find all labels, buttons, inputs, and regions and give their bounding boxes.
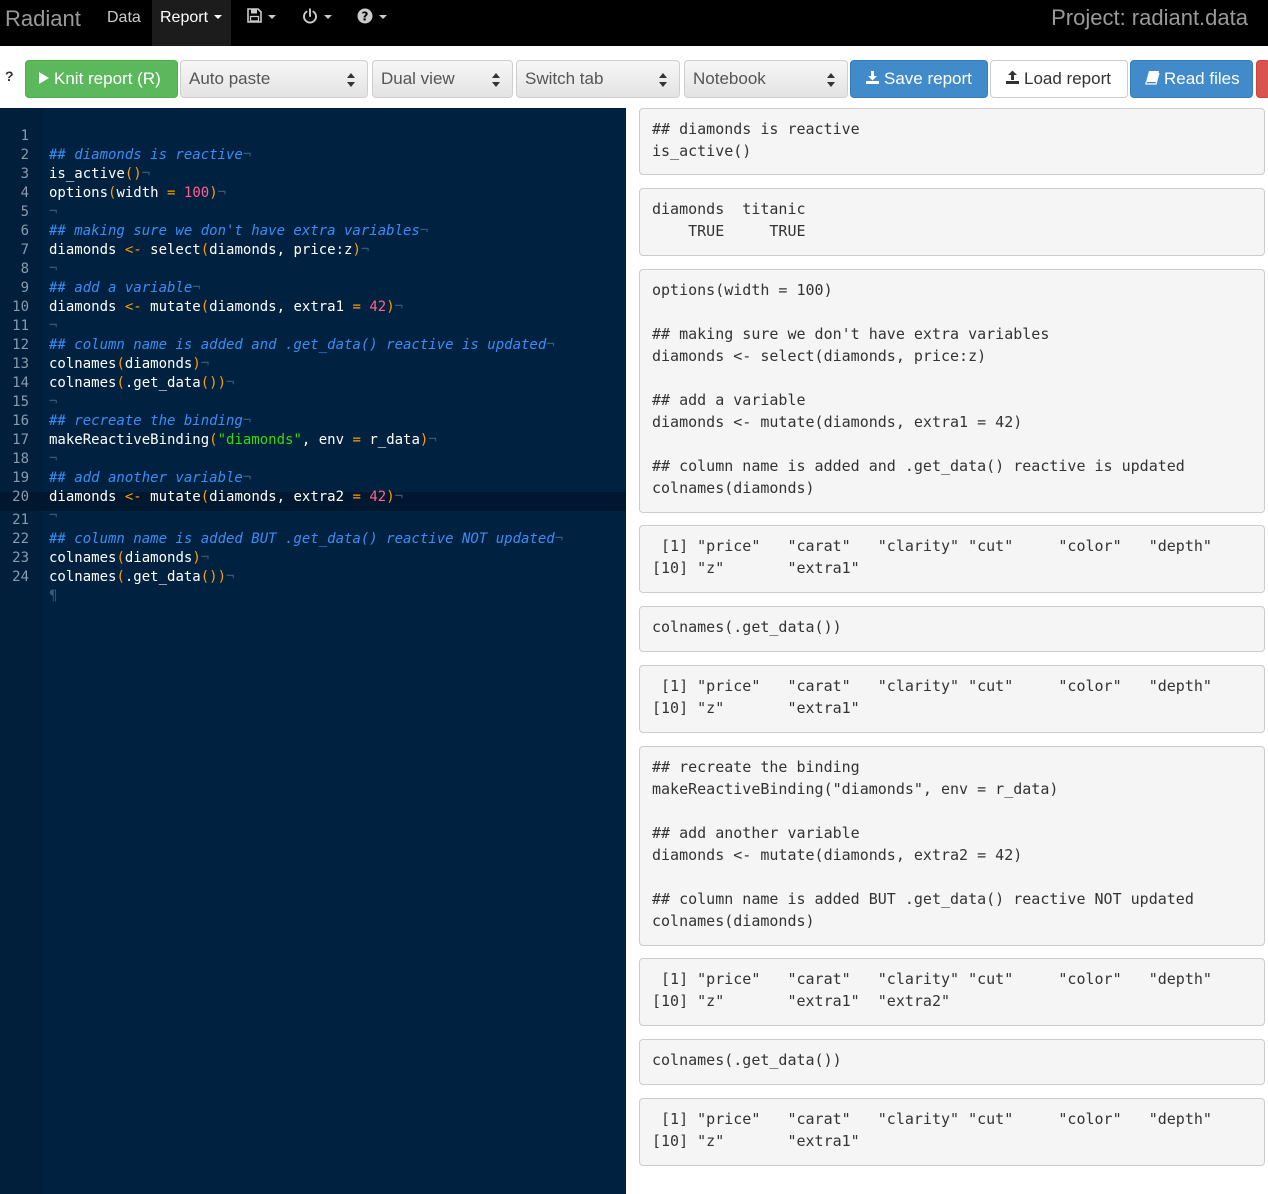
- select-arrows-icon: [827, 73, 835, 87]
- code-line-22: 22 colnames(diamonds)¬: [0, 511, 626, 566]
- chevron-down-icon: [268, 14, 276, 19]
- power-icon: [303, 8, 317, 24]
- dual-view-select[interactable]: Dual view: [372, 60, 513, 98]
- code-line-18: 18 ## add another variable¬: [0, 431, 626, 486]
- output-result-block: [1] "price" "carat" "clarity" "cut" "col…: [639, 665, 1265, 733]
- auto-paste-value: Auto paste: [189, 69, 271, 88]
- book-icon: [1145, 71, 1160, 85]
- save-report-label: Save report: [884, 69, 972, 88]
- select-arrows-icon: [492, 73, 500, 87]
- chevron-down-icon: [379, 14, 387, 19]
- code-line-3: 3 options(width = 100)¬: [0, 146, 626, 201]
- code-line-13: 13 colnames(.get_data())¬: [0, 336, 626, 391]
- nav-report[interactable]: Report: [152, 0, 232, 46]
- code-line-11: 11 ## column name is added and .get_data…: [0, 298, 626, 353]
- code-line-15: 15 ## recreate the binding¬: [0, 374, 626, 429]
- notebook-value: Notebook: [693, 69, 766, 88]
- dual-view-value: Dual view: [381, 69, 455, 88]
- output-result-block: [1] "price" "carat" "clarity" "cut" "col…: [639, 1098, 1265, 1166]
- code-line-5: 5 ## making sure we don't have extra var…: [0, 184, 626, 239]
- read-files-button[interactable]: Read files: [1130, 60, 1253, 98]
- chevron-down-icon: [214, 14, 223, 19]
- line-number: 24: [12, 569, 29, 585]
- switch-tab-value: Switch tab: [525, 69, 604, 88]
- download-icon: [866, 71, 879, 85]
- code-line-23: 23 colnames(.get_data())¬: [0, 530, 626, 585]
- code-line-21: 21 ## column name is added BUT .get_data…: [0, 492, 626, 547]
- notebook-select[interactable]: Notebook: [684, 60, 848, 98]
- output-code-block: ## recreate the binding makeReactiveBind…: [639, 746, 1265, 946]
- select-arrows-icon: [659, 73, 667, 87]
- auto-paste-select[interactable]: Auto paste: [180, 60, 368, 98]
- code-line-9: 9 diamonds <- mutate(diamonds, extra1 = …: [0, 260, 626, 315]
- output-result-block: [1] "price" "carat" "clarity" "cut" "col…: [639, 525, 1265, 593]
- code-line-1: 1 ## diamonds is reactive¬: [0, 108, 626, 163]
- select-arrows-icon: [347, 73, 355, 87]
- code-line-17: 17 ¬: [0, 412, 626, 467]
- code-line-7: 7 ¬: [0, 222, 626, 277]
- brand-logo[interactable]: Radiant: [5, 6, 81, 32]
- code-line-2: 2 is_active()¬: [0, 127, 626, 182]
- output-code-block: colnames(.get_data()): [639, 606, 1265, 652]
- output-result-block: [1] "price" "carat" "clarity" "cut" "col…: [639, 958, 1265, 1026]
- svg-text:?: ?: [362, 9, 369, 23]
- code-line-24: 24 ¶: [0, 549, 626, 604]
- code-editor[interactable]: 1 ## diamonds is reactive¬ 2 is_active()…: [0, 108, 626, 1194]
- load-report-label: Load report: [1024, 69, 1111, 88]
- load-report-button[interactable]: Load report: [990, 60, 1128, 98]
- power-menu[interactable]: [302, 0, 332, 46]
- upload-icon: [1006, 70, 1019, 85]
- save-menu[interactable]: [247, 0, 276, 46]
- switch-tab-select[interactable]: Switch tab: [516, 60, 680, 98]
- output-code-block: options(width = 100) ## making sure we d…: [639, 269, 1265, 513]
- code-line-14: 14 ¬: [0, 355, 626, 410]
- nav-data[interactable]: Data: [97, 0, 151, 46]
- code-line-16: 16 makeReactiveBinding("diamonds", env =…: [0, 393, 626, 448]
- code-line-10: 10 ¬: [0, 279, 626, 334]
- code-line-12: 12 colnames(diamonds)¬: [0, 317, 626, 372]
- nav-data-label: Data: [107, 9, 141, 26]
- code-line-6: 6 diamonds <- select(diamonds, price:z)¬: [0, 203, 626, 258]
- output-code-block: ## diamonds is reactive is_active(): [639, 108, 1265, 175]
- play-icon: [39, 71, 49, 84]
- clear-report-button[interactable]: [1256, 60, 1268, 98]
- nav-report-label: Report: [160, 9, 209, 26]
- help-link[interactable]: ?: [5, 68, 14, 84]
- output-code-block: colnames(.get_data()): [639, 1039, 1265, 1085]
- code-line-8: 8 ## add a variable¬: [0, 241, 626, 296]
- report-toolbar: ? Knit report (R) Auto paste Dual view S…: [0, 46, 1268, 108]
- report-output: ## diamonds is reactive is_active() diam…: [626, 108, 1268, 1194]
- knit-report-button[interactable]: Knit report (R): [25, 60, 178, 98]
- code-line-4: 4 ¬: [0, 165, 626, 220]
- knit-report-label: Knit report (R): [54, 69, 161, 88]
- chevron-down-icon: [324, 14, 332, 19]
- read-files-label: Read files: [1164, 69, 1240, 88]
- floppy-disk-icon: [247, 8, 262, 24]
- project-name: Project: radiant.data: [1051, 5, 1248, 30]
- code-line-20: 20 ¬: [0, 469, 626, 524]
- help-menu[interactable]: ?: [357, 0, 387, 46]
- save-report-button[interactable]: Save report: [850, 60, 988, 98]
- question-circle-icon: ?: [357, 8, 373, 24]
- output-result-block: diamonds titanic TRUE TRUE: [639, 188, 1265, 256]
- top-navbar: Radiant Data Report ? Project: radiant.d…: [0, 0, 1268, 46]
- code-line-19: 19 diamonds <- mutate(diamonds, extra2 =…: [0, 450, 626, 505]
